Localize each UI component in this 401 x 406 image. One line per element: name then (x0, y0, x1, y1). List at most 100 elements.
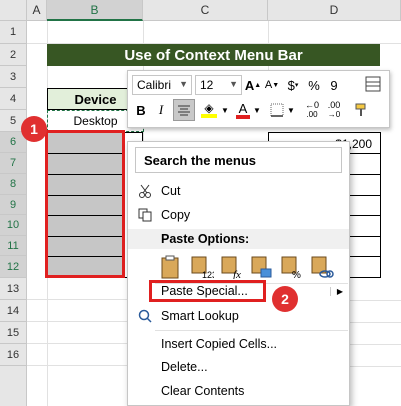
row-header-13[interactable]: 13 (0, 278, 27, 300)
search-menus-input[interactable]: Search the menus (135, 147, 342, 173)
gridline (350, 300, 401, 301)
select-all-corner[interactable] (0, 0, 27, 21)
chevron-right-icon: ▶ (329, 286, 343, 296)
menu-item-cut-label: Cut (161, 184, 181, 198)
row-header-2[interactable]: 2 (0, 44, 27, 66)
increase-decimal-button[interactable]: ←0.00 (302, 99, 322, 121)
row-header-12[interactable]: 12 (0, 256, 27, 278)
gridline (27, 343, 127, 344)
column-header-b[interactable]: B (47, 0, 143, 21)
currency-format-button[interactable]: $ ▾ (283, 75, 303, 95)
selection-highlight-box (45, 130, 125, 278)
chevron-down-icon: ▼ (229, 79, 238, 89)
increase-font-button[interactable]: A ▲ (244, 75, 262, 95)
font-color-swatch (236, 114, 250, 119)
menu-item-copy-label: Copy (161, 208, 191, 222)
row-header-1[interactable]: 1 (0, 21, 27, 44)
font-name-value: Calibri (137, 78, 172, 92)
menu-item-insert-copied-cells-label: Insert Copied Cells... (161, 337, 278, 351)
column-header-a[interactable]: A (27, 0, 47, 21)
paste-options-header: Paste Options: (128, 229, 349, 249)
svg-text:123: 123 (202, 270, 214, 279)
paste-values-icon[interactable]: 123 (189, 253, 215, 279)
fill-color-swatch (201, 114, 217, 118)
menu-item-copy[interactable]: Copy (128, 204, 349, 226)
table-line (350, 153, 381, 154)
table-line (350, 236, 381, 237)
column-header-c[interactable]: C (143, 0, 268, 21)
font-name-dropdown[interactable]: Calibri ▼ (132, 75, 192, 95)
increase-decimal-icon: ←0 (304, 100, 319, 110)
row-header-14[interactable]: 14 (0, 300, 27, 322)
gridline (27, 299, 127, 300)
menu-item-insert-copied-cells[interactable]: Insert Copied Cells... (128, 333, 349, 355)
paste-link-icon[interactable] (309, 253, 335, 279)
gridline (350, 366, 401, 367)
font-color-letter: A (238, 100, 248, 116)
decrease-decimal-icon: .00 (327, 100, 341, 110)
row-header-10[interactable]: 10 (0, 215, 27, 236)
smart-lookup-icon (128, 309, 161, 323)
copy-icon (128, 208, 161, 222)
menu-item-clear-contents-label: Clear Contents (161, 384, 245, 398)
paste-transpose-icon[interactable] (249, 253, 275, 279)
menu-item-smart-lookup-label: Smart Lookup (161, 309, 239, 323)
chevron-down-icon: ▼ (179, 79, 188, 89)
font-color-dropdown[interactable]: ▼ (252, 99, 262, 121)
row-header-15[interactable]: 15 (0, 322, 27, 344)
menu-item-smart-lookup[interactable]: Smart Lookup (128, 305, 349, 327)
table-line (350, 174, 381, 175)
font-size-dropdown[interactable]: 12 ▼ (195, 75, 242, 95)
format-table-icon[interactable] (363, 73, 383, 95)
italic-button[interactable]: I (152, 100, 170, 120)
paste-formulas-icon[interactable]: fx (219, 253, 245, 279)
comma-label: 9 (330, 77, 338, 93)
center-align-icon (178, 105, 190, 116)
row-header-3[interactable]: 3 (0, 66, 27, 88)
row-header-16[interactable]: 16 (0, 344, 27, 366)
decrease-decimal-button[interactable]: .00 →0 (324, 99, 344, 121)
percent-label: % (308, 77, 320, 93)
table-line (350, 215, 381, 216)
svg-text:%: % (292, 270, 301, 279)
shrink-font-label: A (264, 79, 273, 91)
font-size-value: 12 (200, 78, 214, 92)
menu-item-clear-contents[interactable]: Clear Contents (128, 380, 349, 402)
percent-style-button[interactable]: % (305, 75, 323, 95)
row-header-filler (0, 366, 27, 406)
center-align-button[interactable] (173, 99, 195, 121)
borders-button[interactable] (268, 99, 286, 121)
row-header-11[interactable]: 11 (0, 236, 27, 256)
row-header-4[interactable]: 4 (0, 88, 27, 110)
svg-text:fx: fx (233, 269, 241, 279)
comma-style-button[interactable]: 9 (325, 75, 343, 95)
format-painter-button[interactable] (350, 99, 372, 121)
borders-dropdown[interactable]: ▼ (286, 99, 296, 121)
decrease-font-button[interactable]: A ▼ (263, 75, 281, 95)
gridline (27, 365, 127, 366)
menu-item-delete[interactable]: Delete... (128, 356, 349, 378)
scissors-icon (128, 184, 161, 198)
column-header-d[interactable]: D (268, 0, 401, 21)
sheet-title: Use of Context Menu Bar (47, 44, 380, 66)
fill-color-dropdown[interactable]: ▼ (220, 99, 230, 121)
row-header-8[interactable]: 8 (0, 174, 27, 195)
fill-color-button[interactable]: ◈ (198, 99, 220, 121)
paste-formatting-icon[interactable]: % (279, 253, 305, 279)
row-header-7[interactable]: 7 (0, 153, 27, 174)
row-header-9[interactable]: 9 (0, 195, 27, 215)
borders-icon (270, 103, 284, 117)
currency-label: $ (287, 77, 295, 93)
paste-icon[interactable] (157, 253, 183, 279)
paint-bucket-icon: ◈ (204, 101, 214, 115)
table-line (350, 195, 381, 196)
format-painter-icon (355, 103, 366, 116)
gridline (27, 321, 127, 322)
font-color-button[interactable]: A (234, 99, 252, 121)
paste-special-highlight-box (149, 280, 266, 302)
gridline (350, 322, 401, 323)
gridline (350, 344, 401, 345)
menu-item-cut[interactable]: Cut (128, 180, 349, 202)
bold-button[interactable]: B (132, 100, 150, 120)
table-line (350, 256, 381, 257)
